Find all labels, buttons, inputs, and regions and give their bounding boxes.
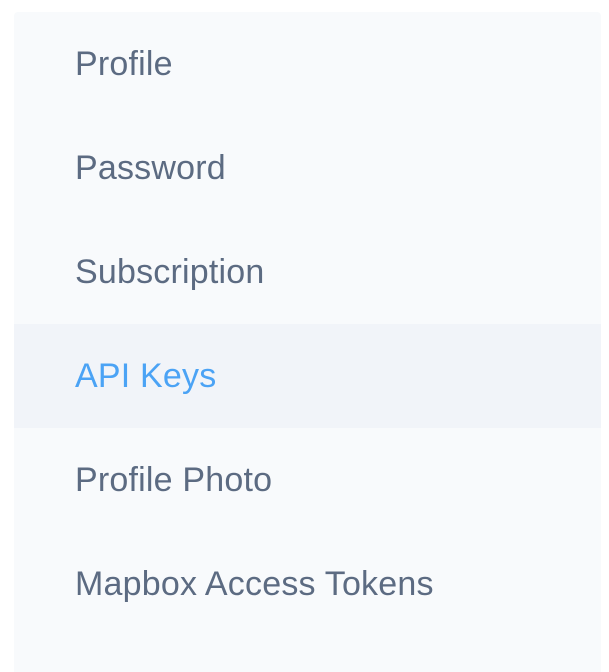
- nav-item-api-keys[interactable]: API Keys: [14, 324, 601, 428]
- nav-item-subscription[interactable]: Subscription: [14, 220, 601, 324]
- nav-item-profile[interactable]: Profile: [14, 12, 601, 116]
- nav-item-mapbox-access-tokens[interactable]: Mapbox Access Tokens: [14, 532, 601, 636]
- nav-item-password[interactable]: Password: [14, 116, 601, 220]
- settings-nav-panel: Profile Password Subscription API Keys P…: [14, 12, 601, 672]
- nav-item-profile-photo[interactable]: Profile Photo: [14, 428, 601, 532]
- settings-nav-menu: Profile Password Subscription API Keys P…: [14, 12, 601, 636]
